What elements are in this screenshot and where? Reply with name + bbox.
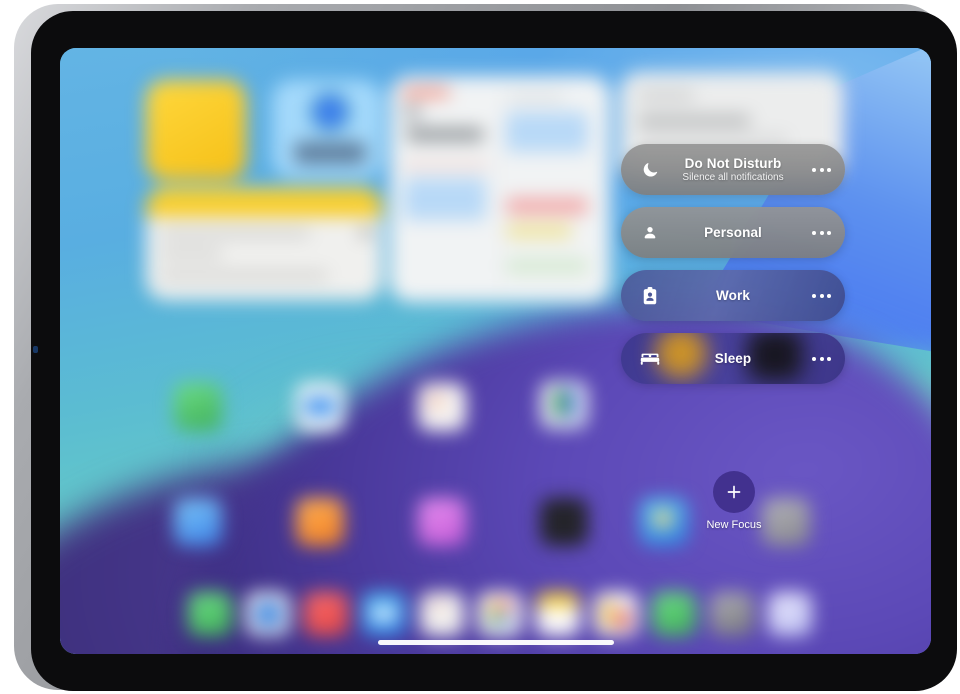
app-icon [296, 383, 344, 431]
bed-icon [635, 351, 665, 367]
reminders-row [160, 250, 222, 257]
dock-icon [594, 592, 638, 636]
dock-icon [188, 592, 232, 636]
dock-icon [362, 592, 406, 636]
focus-options-button[interactable] [812, 230, 831, 235]
calendar-event [402, 162, 488, 169]
calendar-title [406, 128, 484, 141]
find-my-widget [272, 80, 382, 178]
calendar-widget [390, 76, 610, 302]
mail-row [638, 136, 788, 143]
app-icon [174, 498, 222, 546]
dock-icon [710, 592, 754, 636]
ipad-device: Do Not Disturb Silence all notifications… [14, 4, 957, 691]
focus-options-button[interactable] [812, 167, 831, 172]
dock-icon [246, 592, 290, 636]
side-sensor-dot [33, 346, 38, 353]
focus-picker-panel: Do Not Disturb Silence all notifications… [621, 144, 845, 396]
focus-item-personal[interactable]: Personal [621, 207, 845, 258]
moon-icon [635, 161, 665, 178]
app-icon [418, 383, 466, 431]
reminders-widget [146, 188, 382, 300]
person-icon [635, 225, 665, 241]
plus-icon [725, 483, 743, 501]
dock-icon [420, 592, 464, 636]
focus-options-button[interactable] [812, 356, 831, 361]
find-my-label [294, 142, 366, 164]
focus-item-title: Work [716, 287, 750, 303]
reminders-row [160, 272, 328, 279]
calendar-divider [500, 86, 501, 292]
new-focus-label: New Focus [706, 519, 762, 531]
blurred-icon-bleed [747, 333, 803, 381]
reminders-widget-header [146, 188, 382, 216]
focus-item-title: Personal [704, 224, 762, 240]
calendar-event [508, 94, 564, 101]
mail-row [638, 92, 694, 99]
focus-item-title: Do Not Disturb [684, 155, 782, 171]
dock-icon [304, 592, 348, 636]
focus-item-sleep[interactable]: Sleep [621, 333, 845, 384]
focus-item-do-not-disturb[interactable]: Do Not Disturb Silence all notifications [621, 144, 845, 195]
reminders-row-marker-icon [361, 228, 370, 237]
home-indicator[interactable] [377, 640, 614, 645]
notes-widget [146, 80, 246, 180]
calendar-event [506, 198, 588, 214]
dock-icon [536, 592, 580, 636]
calendar-event [506, 258, 588, 274]
device-screen: Do Not Disturb Silence all notifications… [60, 48, 931, 654]
calendar-event [506, 224, 572, 238]
dock-icon [652, 592, 696, 636]
find-my-marker-icon [310, 92, 350, 132]
app-icon [540, 498, 588, 546]
id-badge-icon [635, 286, 665, 305]
app-icon [418, 498, 466, 546]
mail-row [638, 116, 750, 125]
new-focus-group[interactable]: New Focus [676, 471, 792, 531]
app-icon [540, 381, 588, 429]
dock-icon [768, 592, 812, 636]
calendar-event [506, 112, 588, 152]
calendar-event [404, 178, 486, 220]
focus-options-button[interactable] [812, 293, 831, 298]
app-icon [174, 383, 222, 431]
calendar-avatar [402, 102, 422, 122]
dock-icon [478, 592, 522, 636]
focus-item-subtitle: Silence all notifications [682, 172, 784, 184]
new-focus-button[interactable] [713, 471, 755, 513]
focus-item-title: Sleep [714, 350, 752, 366]
calendar-event [402, 88, 450, 97]
focus-item-work[interactable]: Work [621, 270, 845, 321]
reminders-row [160, 230, 310, 237]
app-icon [296, 498, 344, 546]
